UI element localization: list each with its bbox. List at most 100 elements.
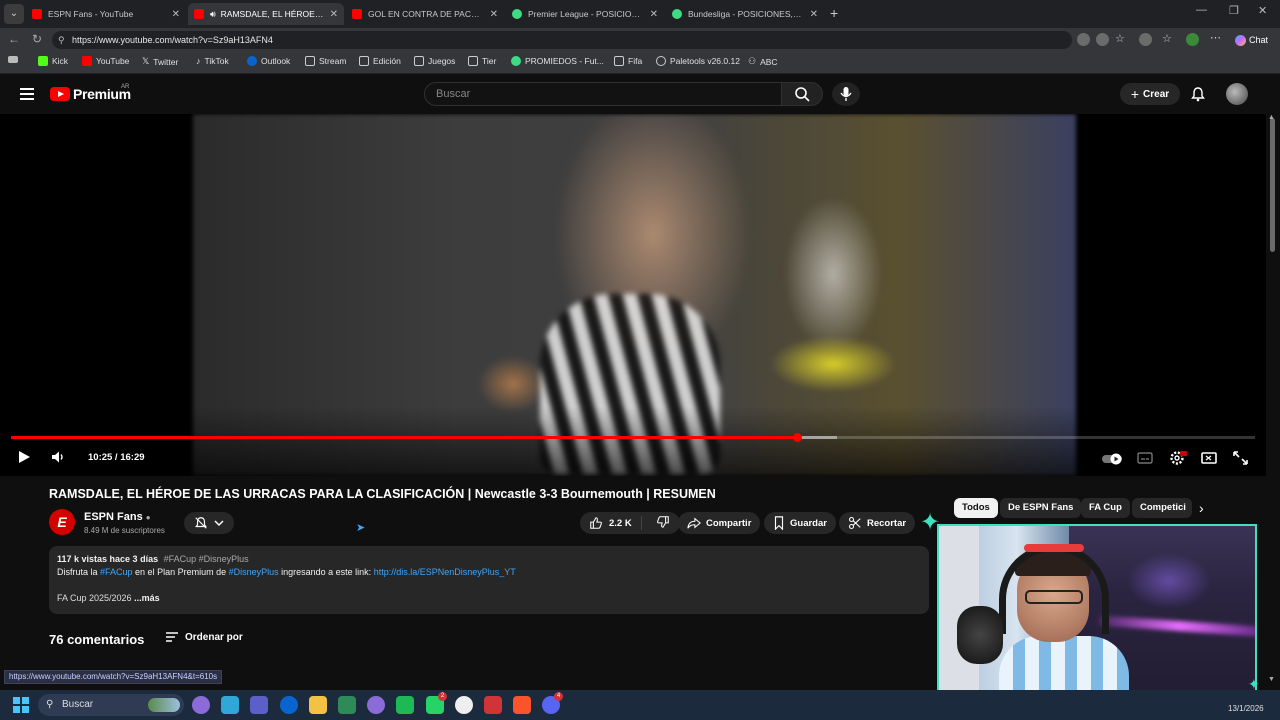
bookmark-folder-juegos[interactable]: Juegos (414, 56, 455, 66)
bookmark-folder-edicion[interactable]: Edición (359, 56, 401, 66)
play-button[interactable] (16, 449, 32, 470)
bookmark-tiktok[interactable]: ♪ TikTok (196, 56, 229, 66)
share-button[interactable]: Compartir (678, 512, 761, 534)
more-menu-icon[interactable]: ⋯ (1210, 33, 1223, 46)
reload-icon[interactable]: ↻ (32, 32, 42, 46)
brave-icon[interactable] (513, 696, 532, 714)
spotify-icon[interactable] (396, 696, 415, 714)
close-window-icon[interactable]: ✕ (1258, 4, 1267, 17)
bookmark-youtube[interactable]: YouTube (82, 56, 129, 66)
tab-title: ESPN Fans - YouTube (48, 9, 134, 19)
show-more-button[interactable]: ...más (134, 593, 160, 603)
sort-comments-button[interactable]: Ordenar por (165, 631, 243, 643)
chip-from-channel[interactable]: De ESPN Fans (1000, 498, 1082, 518)
bookmark-folder-stream[interactable]: Stream (305, 56, 346, 66)
app-red-icon[interactable] (484, 696, 502, 714)
tab-ramsdale[interactable]: 🔊︎ RAMSDALE, EL HÉROE DE LAS ✕ (188, 3, 344, 25)
tab-bundesliga[interactable]: Bundesliga - POSICIONES, RESULT ✕ (666, 3, 824, 25)
windows-start-icon[interactable] (13, 697, 29, 713)
new-tab-button[interactable]: + (830, 5, 838, 21)
description-box[interactable]: 117 k vistas hace 3 días #FACup #DisneyP… (49, 546, 929, 614)
mute-button[interactable] (50, 449, 66, 470)
page-scrollbar[interactable] (1270, 118, 1275, 252)
tiktok-icon: ♪ (196, 56, 201, 66)
close-tab-icon[interactable]: ✕ (810, 9, 818, 20)
dislike-button[interactable] (647, 515, 670, 532)
fullscreen-button[interactable] (1233, 451, 1248, 470)
back-icon[interactable]: ← (8, 32, 20, 46)
description-hashtags[interactable]: #FACup #DisneyPlus (164, 554, 249, 564)
bookmark-twitter[interactable]: 𝕏 Twitter (142, 56, 178, 67)
voice-search-button[interactable] (832, 82, 860, 106)
description-link[interactable]: http://dis.la/ESPNenDisneyPlus_YT (374, 567, 516, 577)
speaker-icon[interactable]: 🔊︎ (210, 9, 216, 20)
url-field[interactable]: ⚲ https://www.youtube.com/watch?v=Sz9aH1… (52, 31, 1072, 49)
scroll-up-icon[interactable]: ▲ (1268, 114, 1275, 121)
search-button[interactable] (781, 82, 823, 106)
explorer-icon[interactable] (308, 696, 327, 714)
tab-premier-league[interactable]: Premier League - POSICIONES, RE ✕ (506, 3, 664, 25)
tab-espn-fans[interactable]: ESPN Fans - YouTube ✕ (26, 3, 186, 25)
bookmark-outlook[interactable]: Outlook (247, 56, 290, 66)
bookmark-promiedos[interactable]: PROMIEDOS - Fut... (511, 56, 604, 66)
clip-button[interactable]: Recortar (839, 512, 916, 534)
restore-icon[interactable]: ❐ (1229, 4, 1239, 17)
minimize-icon[interactable]: — (1196, 4, 1207, 16)
video-player[interactable]: 10:25 / 16:29 (0, 114, 1266, 476)
chip-all[interactable]: Todos (954, 498, 998, 518)
tab-gol-en-contra[interactable]: GOL EN CONTRA DE PACHO PERÚ ✕ (346, 3, 504, 25)
hashtag-disneyplus[interactable]: #DisneyPlus (229, 567, 279, 577)
close-tab-icon[interactable]: ✕ (650, 9, 658, 20)
search-input[interactable]: Buscar (424, 82, 782, 106)
search-highlight-image (148, 698, 180, 712)
reader-icon[interactable] (1096, 33, 1109, 46)
chip-fa-cup[interactable]: FA Cup (1081, 498, 1130, 518)
channel-avatar[interactable]: E (49, 509, 75, 535)
extensions-icon[interactable] (1139, 33, 1152, 46)
site-info-icon[interactable]: ⚲ (58, 31, 65, 49)
notifications-button[interactable] (1190, 86, 1206, 107)
football-extension-icon[interactable] (1186, 33, 1199, 46)
theater-mode-button[interactable] (1201, 451, 1217, 470)
subscribed-button[interactable] (184, 512, 234, 534)
edge-icon[interactable] (221, 696, 240, 714)
bookmark-paletools[interactable]: Paletools v26.0.12 (656, 56, 740, 66)
save-button[interactable]: Guardar (764, 512, 836, 534)
hashtag-facup[interactable]: #FACup (100, 567, 133, 577)
subtitles-button[interactable] (1137, 451, 1153, 470)
bookmark-folder-tier[interactable]: Tier (468, 56, 496, 66)
channel-name[interactable]: ESPN Fans ● (84, 511, 151, 523)
translate-icon[interactable] (1077, 33, 1090, 46)
create-button[interactable]: + Crear (1120, 83, 1180, 105)
bookmark-folder-fifa[interactable]: Fifa (614, 56, 642, 66)
bookmark-abc[interactable]: ⚇ ABC (748, 56, 778, 67)
copilot-icon[interactable] (192, 696, 210, 714)
close-tab-icon[interactable]: ✕ (330, 9, 338, 20)
scroll-down-icon[interactable]: ▼ (1268, 676, 1275, 683)
tab-list-button[interactable]: ⌄ (4, 4, 24, 24)
settings-button[interactable] (1169, 450, 1187, 471)
like-button[interactable]: 2.2 K (580, 516, 642, 530)
account-avatar[interactable] (1226, 83, 1248, 105)
url-text: https://www.youtube.com/watch?v=Sz9aH13A… (72, 35, 273, 45)
close-tab-icon[interactable]: ✕ (172, 9, 180, 20)
favorites-icon[interactable]: ☆ (1162, 33, 1175, 46)
taskbar-search[interactable]: ⚲ Buscar (38, 694, 184, 716)
favorite-star-icon[interactable]: ☆ (1115, 33, 1128, 46)
taskbar-date: 13/1/2026 (1228, 704, 1264, 713)
autoplay-toggle[interactable] (1102, 452, 1124, 470)
teams-icon[interactable] (250, 696, 269, 714)
bookmark-kick[interactable]: Kick (38, 56, 68, 66)
capcut-icon[interactable] (454, 696, 473, 714)
youtube-premium-logo[interactable]: Premium AR (50, 84, 131, 102)
copilot-chat-button[interactable]: Chat (1230, 32, 1273, 48)
outlook-icon[interactable] (279, 696, 298, 714)
chip-competition[interactable]: Competici (1132, 498, 1192, 518)
tab-title: GOL EN CONTRA DE PACHO PERÚ (368, 9, 484, 19)
menu-icon[interactable] (20, 88, 34, 100)
close-tab-icon[interactable]: ✕ (490, 9, 498, 20)
chrome-icon[interactable] (338, 696, 356, 714)
discord-alt-icon[interactable] (367, 696, 386, 714)
chips-next-icon[interactable]: › (1199, 500, 1204, 516)
bookmarks-toggle-icon[interactable] (8, 56, 18, 63)
